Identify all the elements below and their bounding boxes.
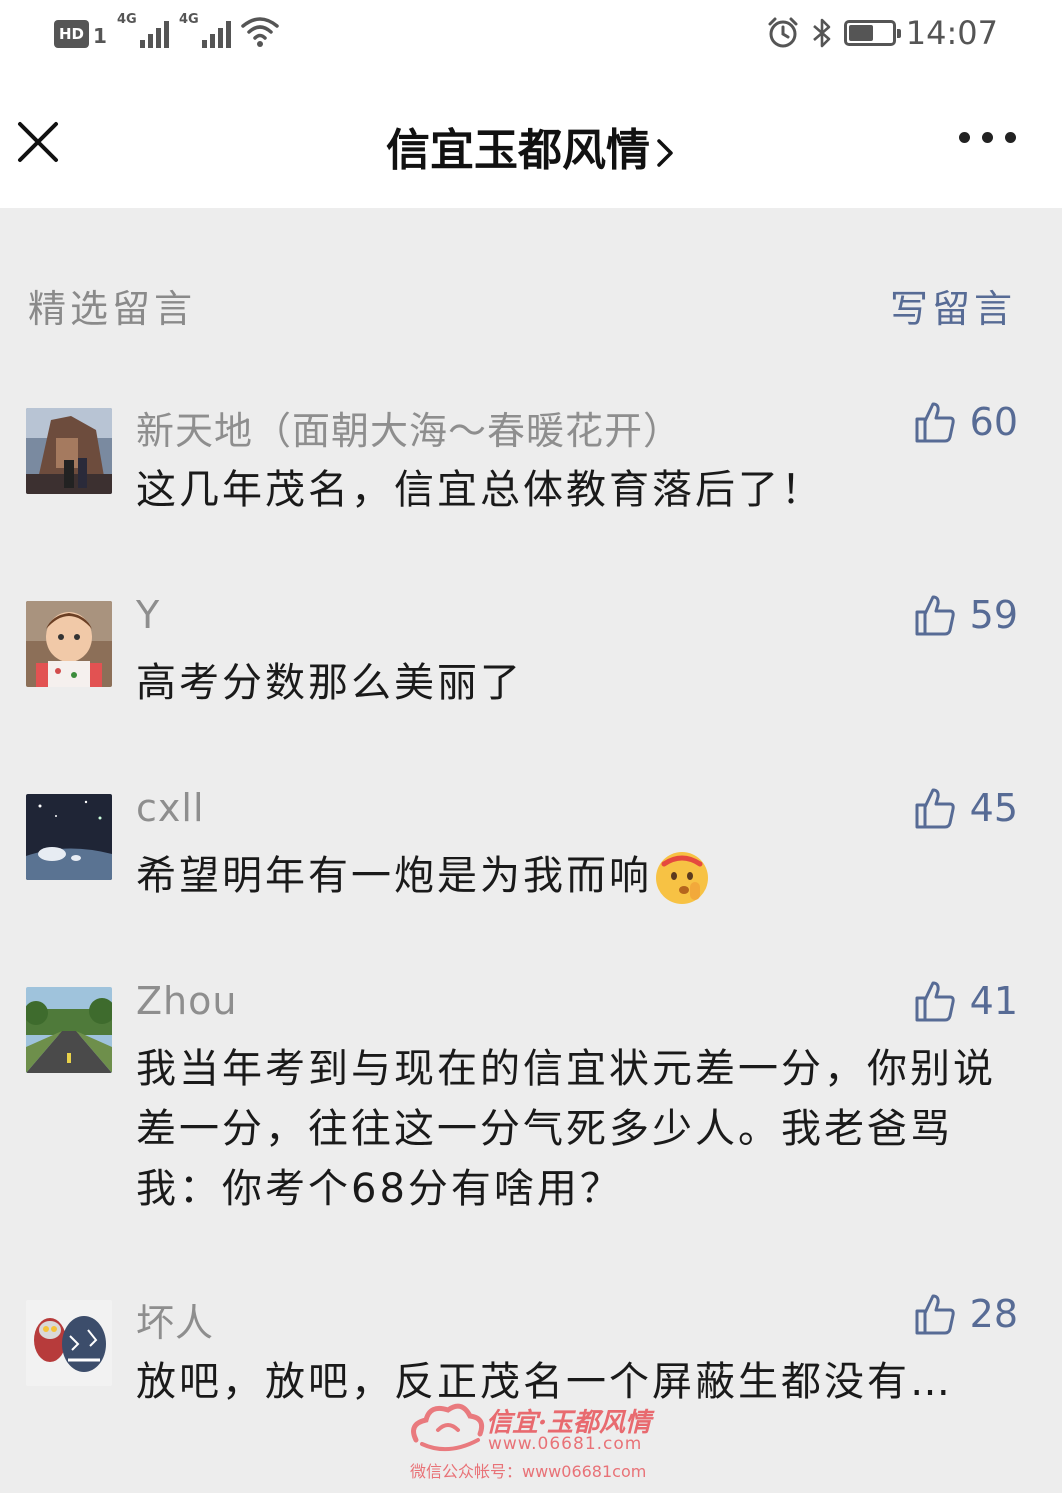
alarm-icon xyxy=(768,17,798,48)
watermark-account: 微信公众帐号：www06681com xyxy=(410,1462,647,1481)
watermark-url: www.06681.com xyxy=(488,1434,643,1454)
wifi-icon xyxy=(241,17,279,47)
more-dot-icon xyxy=(1005,132,1016,143)
like-count: 41 xyxy=(969,979,1018,1023)
like-count: 60 xyxy=(969,400,1018,444)
comment-item: Zhou 我当年考到与现在的信宜状元差一分，你别说差一分，往往这一分气死多少人。… xyxy=(26,979,1018,1217)
status-time: 14:07 xyxy=(905,14,998,52)
featured-comments-title: 精选留言 xyxy=(28,287,197,331)
hd-sim-index: 1 xyxy=(93,24,107,48)
thumbs-up-icon xyxy=(915,402,955,443)
thumbs-up-icon xyxy=(915,981,955,1022)
thumbs-up-icon xyxy=(915,1294,955,1335)
signal-icon-2: 4G xyxy=(178,12,231,48)
more-dot-icon xyxy=(959,132,970,143)
thumbs-up-icon xyxy=(915,595,955,636)
avatar[interactable] xyxy=(26,987,112,1073)
network-type-1: 4G xyxy=(116,12,137,27)
account-title-link[interactable]: 信宜玉都风情 xyxy=(0,114,1062,178)
like-button[interactable]: 41 xyxy=(914,979,1018,1023)
account-title: 信宜玉都风情 xyxy=(386,125,650,176)
more-options-button[interactable] xyxy=(959,132,1016,143)
nav-bar: 信宜玉都风情 xyxy=(0,70,1062,208)
comment-item: 坏人 放吧，放吧，反正茂名一个屏蔽生都没有… 28 xyxy=(26,1292,1018,1410)
site-watermark: 信宜·玉都风情 www.06681.com 微信公众帐号：www06681com xyxy=(408,1398,668,1488)
battery-level xyxy=(848,25,873,41)
comments-section-header: 精选留言 写留言 xyxy=(28,278,1016,331)
comment-content: 这几年茂名，信宜总体教育落后了！ xyxy=(136,467,824,513)
status-bar-right: 14:07 xyxy=(766,14,998,52)
avatar[interactable] xyxy=(26,601,112,687)
comment-item: 新天地（面朝大海～春暖花开） 这几年茂名，信宜总体教育落后了！ 60 xyxy=(26,400,1018,518)
like-button[interactable]: 60 xyxy=(914,400,1018,444)
like-count: 45 xyxy=(969,786,1018,830)
avatar[interactable] xyxy=(26,1300,112,1386)
more-dot-icon xyxy=(982,132,993,143)
comment-item: Y 高考分数那么美丽了 59 xyxy=(26,593,1018,711)
chevron-right-icon xyxy=(657,139,673,167)
avatar[interactable] xyxy=(26,794,112,880)
like-button[interactable]: 28 xyxy=(914,1292,1018,1336)
thumbs-up-icon xyxy=(915,788,955,829)
like-count: 28 xyxy=(969,1292,1018,1336)
comment-nickname: cxll xyxy=(136,786,205,830)
status-bar-left: HD 1 4G 4G xyxy=(54,12,279,48)
comment-content: 希望明年有一炮是为我而响 xyxy=(136,846,1006,906)
status-bar: HD 1 4G 4G 14:07 xyxy=(0,0,1062,70)
comment-nickname: Zhou xyxy=(136,979,238,1023)
comment-nickname: 坏人 xyxy=(136,1301,215,1345)
hd-voice-badge: HD xyxy=(54,20,90,48)
like-count: 59 xyxy=(969,593,1018,637)
signal-icon-1: 4G xyxy=(116,12,169,48)
write-comment-button[interactable]: 写留言 xyxy=(890,278,1016,333)
comment-content: 我当年考到与现在的信宜状元差一分，你别说差一分，往往这一分气死多少人。我老爸骂我… xyxy=(136,1046,996,1212)
comment-text: 希望明年有一炮是为我而响 xyxy=(136,853,652,899)
comment-nickname: 新天地（面朝大海～春暖花开） xyxy=(136,409,683,453)
shushing-face-emoji-icon xyxy=(656,852,708,904)
network-type-2: 4G xyxy=(178,12,199,27)
battery-icon xyxy=(843,20,901,46)
like-button[interactable]: 59 xyxy=(914,593,1018,637)
comment-content: 高考分数那么美丽了 xyxy=(136,660,523,706)
comment-item: cxll 希望明年有一炮是为我而响 45 xyxy=(26,786,1018,906)
avatar[interactable] xyxy=(26,408,112,494)
comment-nickname: Y xyxy=(136,593,161,637)
like-button[interactable]: 45 xyxy=(914,786,1018,830)
bluetooth-icon xyxy=(812,18,831,48)
cloud-logo-icon xyxy=(411,1403,485,1452)
